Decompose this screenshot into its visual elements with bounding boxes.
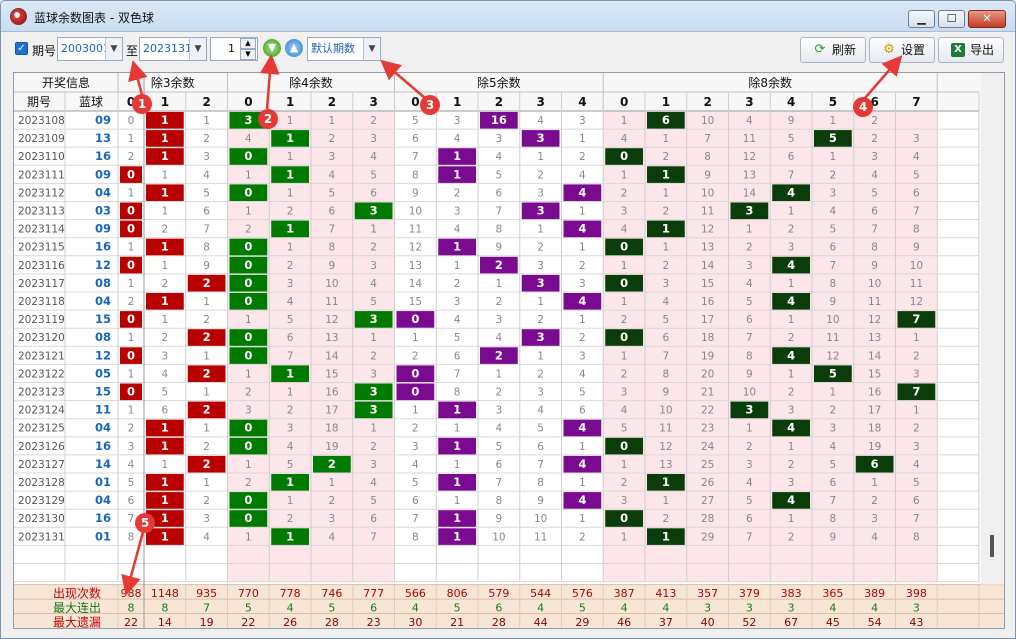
annotation-arrows [121, 54, 903, 596]
app-window: 蓝球余数图表 - 双色球 ▁ ☐ ✕ ✓ 期号 2003001 ▼ 至 2023… [0, 0, 1016, 639]
